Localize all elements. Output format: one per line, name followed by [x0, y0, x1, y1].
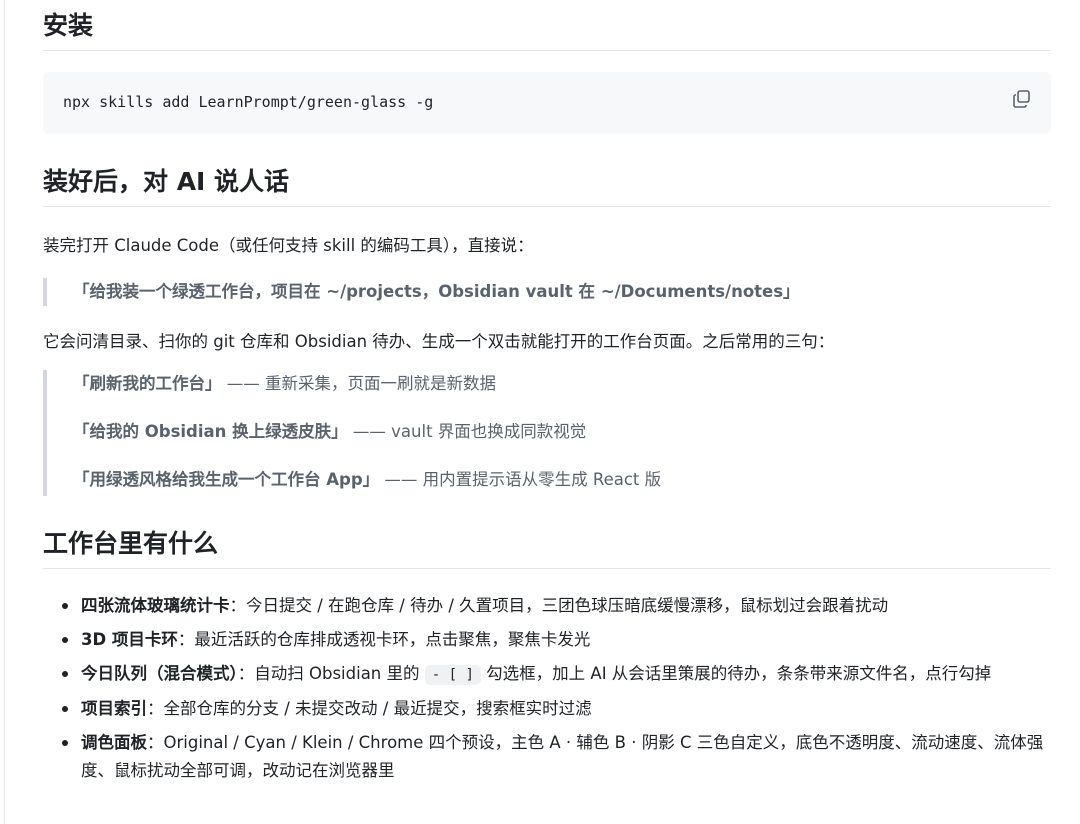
list-item: 四张流体玻璃统计卡：今日提交 / 在跑仓库 / 待办 / 久置项目，三团色球压暗…: [62, 592, 1051, 620]
phrase-command: 「用绿透风格给我生成一个工作台 App」: [73, 470, 380, 489]
list-item: 今日队列（混合模式）：自动扫 Obsidian 里的 - [ ] 勾选框，加上 …: [62, 660, 1051, 689]
feature-text: 勾选框，加上 AI 从会话里策展的待办，条条带来源文件名，点行勾掉: [480, 664, 992, 683]
readme-page: 安装 npx skills add LearnPrompt/green-glas…: [0, 0, 1080, 824]
list-item: 调色面板：Original / Cyan / Klein / Chrome 四个…: [62, 729, 1051, 785]
install-phrase: 「给我装一个绿透工作台，项目在 ~/projects，Obsidian vaul…: [73, 282, 800, 301]
feature-text: ：最近活跃的仓库排成透视卡环，点击聚焦，聚焦卡发光: [177, 630, 591, 649]
phrase-command: 「刷新我的工作台」: [73, 374, 222, 393]
feature-list: 四张流体玻璃统计卡：今日提交 / 在跑仓库 / 待办 / 久置项目，三团色球压暗…: [43, 592, 1051, 791]
list-item: 项目索引：全部仓库的分支 / 未提交改动 / 最近提交，搜索框实时过滤: [62, 695, 1051, 723]
code-block: npx skills add LearnPrompt/green-glass -…: [43, 72, 1051, 134]
phrase-description: —— 用内置提示语从零生成 React 版: [379, 470, 662, 489]
left-border: [4, 0, 5, 824]
phrase-description: —— vault 界面也换成同款视觉: [347, 422, 587, 441]
list-item: 3D 项目卡环：最近活跃的仓库排成透视卡环，点击聚焦，聚焦卡发光: [62, 626, 1051, 654]
phrase-line: 「给我的 Obsidian 换上绿透皮肤」 —— vault 界面也换成同款视觉: [73, 418, 1051, 446]
install-command[interactable]: npx skills add LearnPrompt/green-glass -…: [63, 93, 433, 111]
heading-talk: 装好后，对 AI 说人话: [43, 166, 1051, 207]
heading-install: 安装: [43, 10, 1051, 51]
feature-text: ：全部仓库的分支 / 未提交改动 / 最近提交，搜索框实时过滤: [147, 699, 592, 718]
copy-icon[interactable]: [1011, 88, 1033, 110]
feature-term: 项目索引: [81, 699, 147, 718]
phrase-description: —— 重新采集，页面一刷就是新数据: [221, 374, 496, 393]
feature-text: ：Original / Cyan / Klein / Chrome 四个预设，主…: [81, 733, 1044, 780]
feature-text: ：今日提交 / 在跑仓库 / 待办 / 久置项目，三团色球压暗底缓慢漂移，鼠标划…: [229, 596, 889, 615]
phrase-command: 「给我的 Obsidian 换上绿透皮肤」: [73, 422, 348, 441]
intro-paragraph: 装完打开 Claude Code（或任何支持 skill 的编码工具），直接说：: [43, 236, 534, 255]
feature-term: 四张流体玻璃统计卡: [81, 596, 230, 615]
blockquote-install-phrase: 「给我装一个绿透工作台，项目在 ~/projects，Obsidian vaul…: [43, 278, 1051, 306]
phrase-line: 「用绿透风格给我生成一个工作台 App」 —— 用内置提示语从零生成 React…: [73, 466, 1051, 494]
phrase-line: 「刷新我的工作台」 —— 重新采集，页面一刷就是新数据: [73, 370, 1051, 398]
feature-term: 今日队列（混合模式）: [81, 664, 238, 683]
blockquote-common-phrases: 「刷新我的工作台」 —— 重新采集，页面一刷就是新数据 「给我的 Obsidia…: [43, 370, 1051, 496]
feature-text: ：自动扫 Obsidian 里的: [237, 664, 425, 683]
heading-features: 工作台里有什么: [43, 528, 1051, 569]
feature-term: 调色面板: [81, 733, 147, 752]
inline-code-checkbox: - [ ]: [424, 665, 481, 685]
after-paragraph: 它会问清目录、扫你的 git 仓库和 Obsidian 待办、生成一个双击就能打…: [43, 332, 835, 351]
feature-term: 3D 项目卡环: [81, 630, 178, 649]
